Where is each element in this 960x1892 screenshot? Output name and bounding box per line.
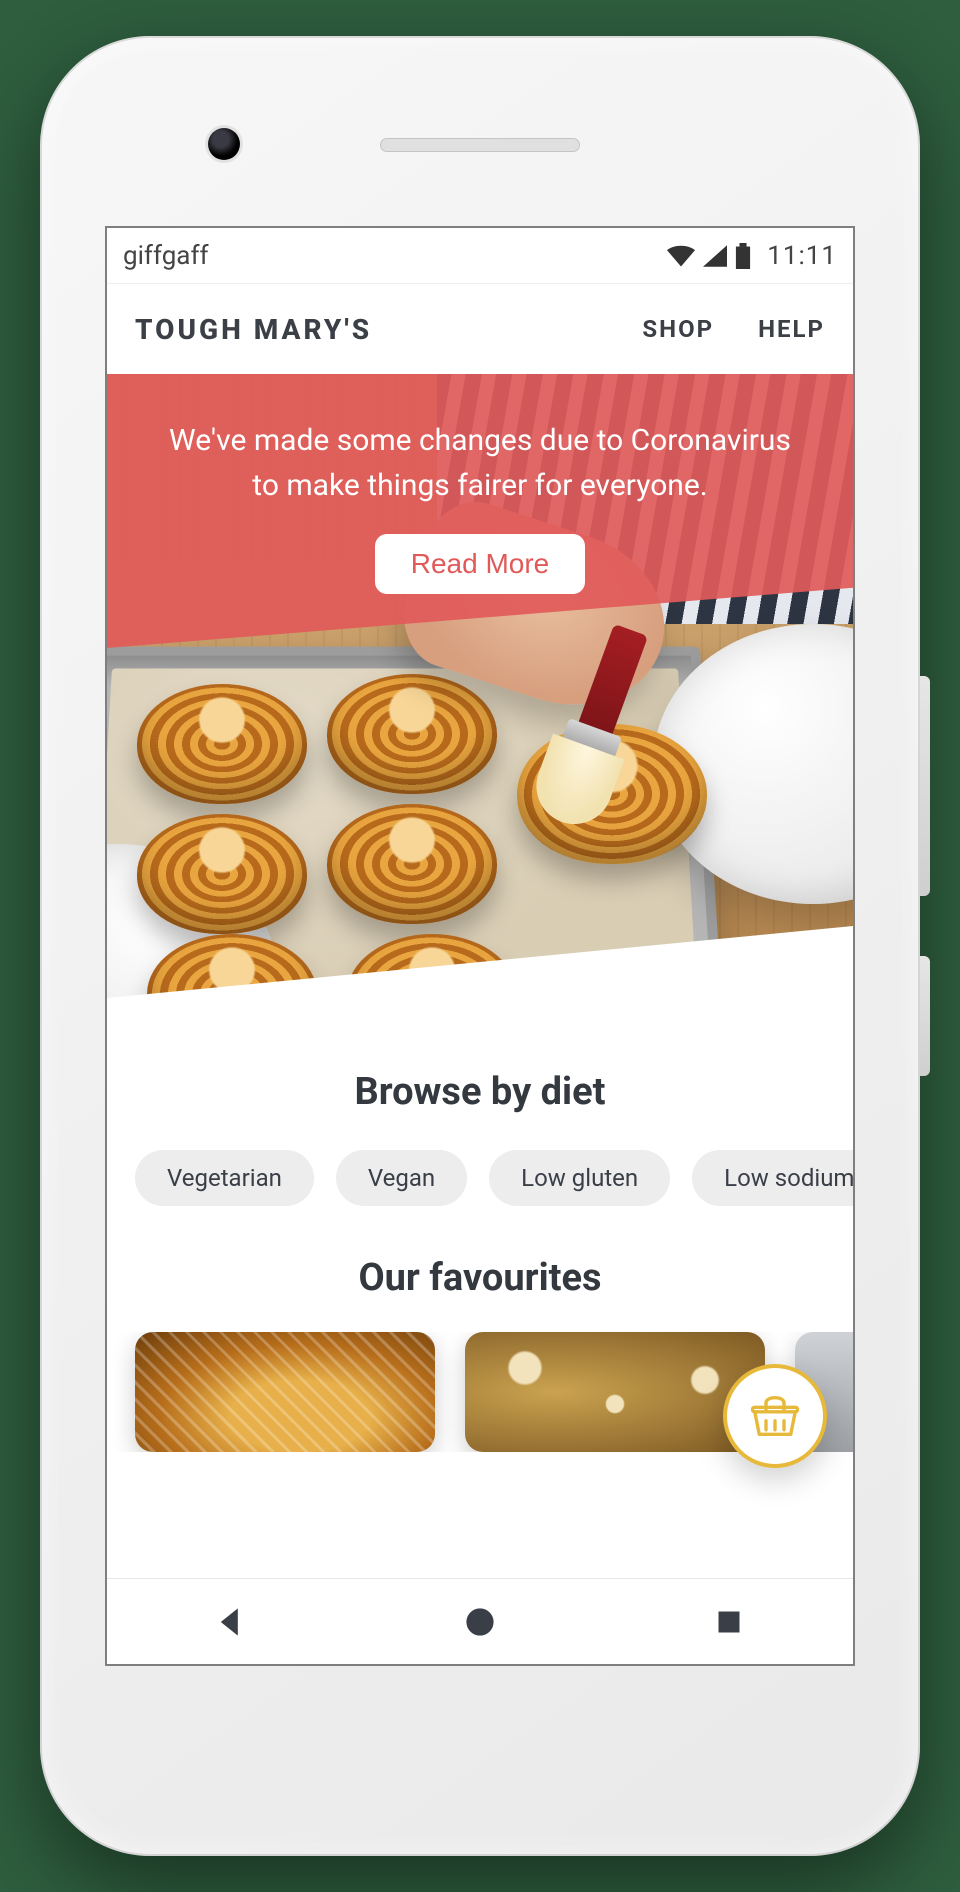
android-nav-bar bbox=[107, 1578, 853, 1664]
chip-vegetarian[interactable]: Vegetarian bbox=[135, 1150, 314, 1206]
basket-fab[interactable] bbox=[723, 1364, 827, 1468]
cell-signal-icon bbox=[703, 245, 727, 267]
app-header: TOUGH MARY'S SHOP HELP bbox=[107, 284, 853, 374]
banner-text: We've made some changes due to Coronavir… bbox=[147, 418, 813, 508]
android-recents-button[interactable] bbox=[709, 1602, 749, 1642]
chip-low-sodium[interactable]: Low sodium bbox=[692, 1150, 853, 1206]
phone-camera bbox=[208, 128, 240, 160]
diet-heading: Browse by diet bbox=[135, 1070, 825, 1114]
android-home-button[interactable] bbox=[460, 1602, 500, 1642]
diet-section: Browse by diet bbox=[107, 1044, 853, 1146]
page-scroll[interactable]: We've made some changes due to Coronavir… bbox=[107, 374, 853, 1578]
favourites-section: Our favourites bbox=[107, 1214, 853, 1332]
read-more-button[interactable]: Read More bbox=[375, 534, 586, 594]
status-clock: 11:11 bbox=[767, 241, 837, 271]
chip-low-gluten[interactable]: Low gluten bbox=[489, 1150, 670, 1206]
banner-line-2: to make things fairer for everyone. bbox=[252, 468, 707, 503]
status-bar: giffgaff 11:11 bbox=[107, 228, 853, 284]
screen: giffgaff 11:11 TOUGH MARY'S SHOP HELP bbox=[105, 226, 855, 1666]
nav-help[interactable]: HELP bbox=[758, 315, 825, 343]
carrier-label: giffgaff bbox=[123, 241, 209, 271]
banner-line-1: We've made some changes due to Coronavir… bbox=[169, 423, 791, 458]
wifi-icon bbox=[667, 245, 695, 267]
battery-icon bbox=[735, 243, 751, 269]
phone-frame: giffgaff 11:11 TOUGH MARY'S SHOP HELP bbox=[40, 36, 920, 1856]
basket-icon bbox=[748, 1387, 802, 1445]
favourite-card[interactable] bbox=[135, 1332, 435, 1452]
android-back-button[interactable] bbox=[211, 1602, 251, 1642]
chip-vegan[interactable]: Vegan bbox=[336, 1150, 467, 1206]
phone-speaker bbox=[380, 138, 580, 152]
nav-shop[interactable]: SHOP bbox=[642, 315, 714, 343]
favourites-heading: Our favourites bbox=[135, 1256, 825, 1300]
brand-logo[interactable]: TOUGH MARY'S bbox=[135, 313, 372, 346]
status-icons: 11:11 bbox=[667, 241, 837, 271]
diet-chip-row[interactable]: Vegetarian Vegan Low gluten Low sodium bbox=[107, 1146, 853, 1214]
favourite-card[interactable] bbox=[465, 1332, 765, 1452]
header-nav: SHOP HELP bbox=[642, 315, 825, 343]
hero: We've made some changes due to Coronavir… bbox=[107, 374, 853, 1044]
